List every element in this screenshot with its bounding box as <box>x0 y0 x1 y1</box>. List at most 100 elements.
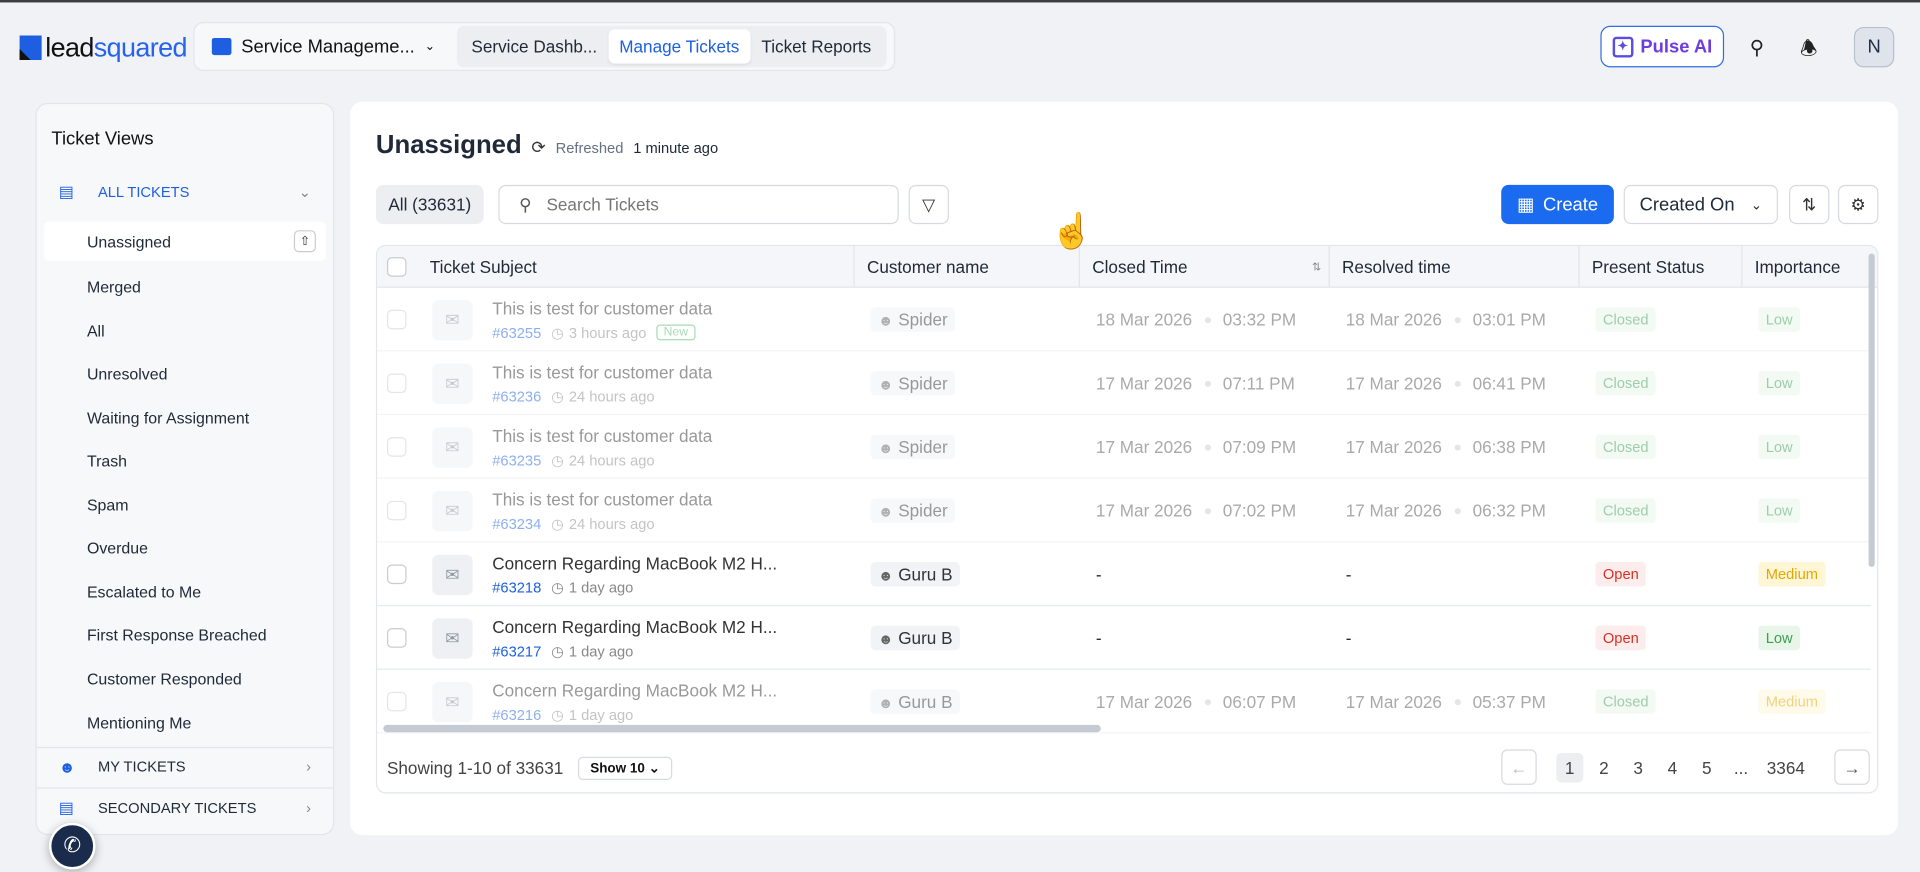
tab-service-dashboard[interactable]: Service Dashb... <box>460 29 608 63</box>
ticket-id[interactable]: #63235 <box>492 451 541 468</box>
sidebar-item-waiting[interactable]: Waiting for Assignment <box>44 398 326 437</box>
sidebar-item-all[interactable]: All <box>44 311 326 350</box>
tab-manage-tickets[interactable]: Manage Tickets <box>608 29 751 64</box>
leadsquared-logo[interactable]: lead squared <box>19 32 187 64</box>
customer-chip[interactable]: ☻ Guru B <box>870 562 960 587</box>
export-icon[interactable]: ⇧ <box>293 230 316 253</box>
col-closed-time[interactable]: Closed Time ⇅ <box>1080 246 1330 288</box>
sidebar-group-my-tickets[interactable]: ☻ MY TICKETS › <box>37 754 333 778</box>
vertical-scrollbar[interactable] <box>1868 253 1875 567</box>
row-checkbox[interactable] <box>386 309 407 330</box>
create-button[interactable]: ▦ Create <box>1501 184 1614 225</box>
search-icon[interactable]: ⚲ <box>1750 36 1764 60</box>
sidebar-item-mentioning-me[interactable]: Mentioning Me <box>44 703 326 742</box>
resolved-datetime: 17 Mar 2026 06:41 PM <box>1346 373 1546 393</box>
prev-page-button[interactable]: ← <box>1501 749 1537 785</box>
customer-chip[interactable]: ☻ Guru B <box>870 625 960 651</box>
page-2[interactable]: 2 <box>1590 752 1617 781</box>
sidebar-group-secondary-tickets[interactable]: ▤ SECONDARY TICKETS › <box>37 796 333 820</box>
ticket-id[interactable]: #63234 <box>492 515 541 532</box>
page-size-select[interactable]: Show 10 ⌄ <box>577 756 673 780</box>
col-importance[interactable]: Importance <box>1742 246 1871 288</box>
row-checkbox[interactable] <box>386 628 407 648</box>
ticket-subject[interactable]: Concern Regarding MacBook M2 H... <box>492 680 777 700</box>
customer-chip[interactable]: ☻ Guru B <box>870 689 960 714</box>
table-row[interactable]: ✉ This is test for customer data #63236 ◷… <box>377 351 1872 416</box>
closed-date: 17 Mar 2026 <box>1095 437 1193 457</box>
next-page-button[interactable]: → <box>1834 749 1870 785</box>
closed-time: 07:09 PM <box>1222 437 1297 457</box>
page-1[interactable]: 1 <box>1556 752 1584 782</box>
row-checkbox[interactable] <box>386 500 407 521</box>
app-switcher[interactable]: Service Manageme... ⌄ <box>200 36 457 57</box>
table-row[interactable]: ✉ This is test for customer data #63235 ◷… <box>377 415 1872 479</box>
sort-field-select[interactable]: Created On ⌄ <box>1623 184 1778 225</box>
sidebar-item-first-response-breached[interactable]: First Response Breached <box>44 615 326 654</box>
customer-chip[interactable]: ☻ Spider <box>870 498 956 523</box>
ticket-subject[interactable]: Concern Regarding MacBook M2 H... <box>492 617 777 637</box>
row-checkbox[interactable] <box>386 437 407 457</box>
bell-icon[interactable]: 🕭 <box>1800 36 1818 69</box>
ticket-id[interactable]: #63218 <box>492 579 541 596</box>
horizontal-scrollbar[interactable] <box>383 724 1101 733</box>
customer-chip[interactable]: ☻ Spider <box>870 307 956 332</box>
pulse-ai-button[interactable]: ✦ Pulse AI <box>1600 25 1725 68</box>
sidebar-item-escalated[interactable]: Escalated to Me <box>44 572 326 611</box>
all-count-button[interactable]: All (33631) <box>375 184 484 225</box>
filter-button[interactable]: ▽ <box>908 184 949 225</box>
customer-name: Spider <box>898 437 948 457</box>
row-checkbox[interactable] <box>386 373 407 394</box>
ticket-subject[interactable]: This is test for customer data <box>492 298 712 318</box>
ticket-id[interactable]: #63236 <box>492 388 541 405</box>
sidebar-item-trash[interactable]: Trash <box>44 441 326 480</box>
ticket-id[interactable]: #63255 <box>492 324 541 341</box>
row-checkbox[interactable] <box>386 691 407 712</box>
refresh-icon[interactable]: ⟳ <box>531 137 545 158</box>
ticket-id[interactable]: #63217 <box>492 642 541 659</box>
page-last[interactable]: 3364 <box>1762 752 1810 781</box>
ticket-subject[interactable]: This is test for customer data <box>492 362 712 382</box>
row-checkbox[interactable] <box>386 564 407 585</box>
hand-cursor-icon: ☝ <box>1050 211 1094 250</box>
col-ticket-subject[interactable]: Ticket Subject <box>418 246 855 288</box>
tickets-icon: ▤ <box>58 182 74 201</box>
ticket-subject[interactable]: This is test for customer data <box>492 426 712 446</box>
table-row[interactable]: ✉ This is test for customer data #63234 ◷… <box>377 479 1872 543</box>
clock-icon: ◷ <box>551 514 564 533</box>
settings-button[interactable]: ⚙ <box>1837 184 1879 225</box>
search-input[interactable] <box>546 194 865 215</box>
ticket-age: 3 hours ago <box>568 323 647 342</box>
sidebar-item-merged[interactable]: Merged <box>44 267 326 306</box>
avatar[interactable]: N <box>1853 26 1895 68</box>
separator-dot <box>1204 316 1211 323</box>
sidebar-item-customer-responded[interactable]: Customer Responded <box>44 659 326 698</box>
customer-chip[interactable]: ☻ Spider <box>870 434 956 460</box>
ticket-subject[interactable]: This is test for customer data <box>492 489 712 509</box>
ticket-age: 24 hours ago <box>568 514 655 533</box>
ticket-subject[interactable]: Concern Regarding MacBook M2 H... <box>492 553 777 573</box>
phone-call-button[interactable]: ✆ <box>48 822 96 870</box>
page-3[interactable]: 3 <box>1625 752 1652 781</box>
sort-icon[interactable]: ⇅ <box>1312 260 1321 273</box>
col-customer-name[interactable]: Customer name <box>855 246 1081 288</box>
sidebar-item-spam[interactable]: Spam <box>44 485 326 524</box>
table-row[interactable]: ✉ This is test for customer data #63255 ◷… <box>377 288 1872 352</box>
sidebar-item-unresolved[interactable]: Unresolved <box>44 354 326 393</box>
sidebar-item-label: Overdue <box>86 538 149 557</box>
sidebar-item-unassigned[interactable]: Unassigned ⇧ <box>44 221 326 261</box>
mail-icon: ✉ <box>432 426 473 468</box>
table-row[interactable]: ✉ Concern Regarding MacBook M2 H... #632… <box>377 542 1872 607</box>
col-present-status[interactable]: Present Status <box>1580 246 1743 288</box>
ticket-id[interactable]: #63216 <box>492 706 541 723</box>
customer-name: Spider <box>898 309 948 330</box>
sidebar-item-overdue[interactable]: Overdue <box>44 528 326 567</box>
customer-chip[interactable]: ☻ Spider <box>870 371 956 396</box>
tab-ticket-reports[interactable]: Ticket Reports <box>750 29 882 63</box>
page-5[interactable]: 5 <box>1693 752 1720 781</box>
sort-order-button[interactable]: ⇅ <box>1788 184 1830 225</box>
select-all-checkbox[interactable] <box>386 257 407 277</box>
table-row[interactable]: ✉ Concern Regarding MacBook M2 H... #632… <box>377 606 1872 670</box>
sidebar-group-all-tickets[interactable]: ▤ ALL TICKETS ⌄ <box>37 180 333 204</box>
page-4[interactable]: 4 <box>1659 752 1686 781</box>
col-resolved-time[interactable]: Resolved time <box>1330 246 1580 288</box>
